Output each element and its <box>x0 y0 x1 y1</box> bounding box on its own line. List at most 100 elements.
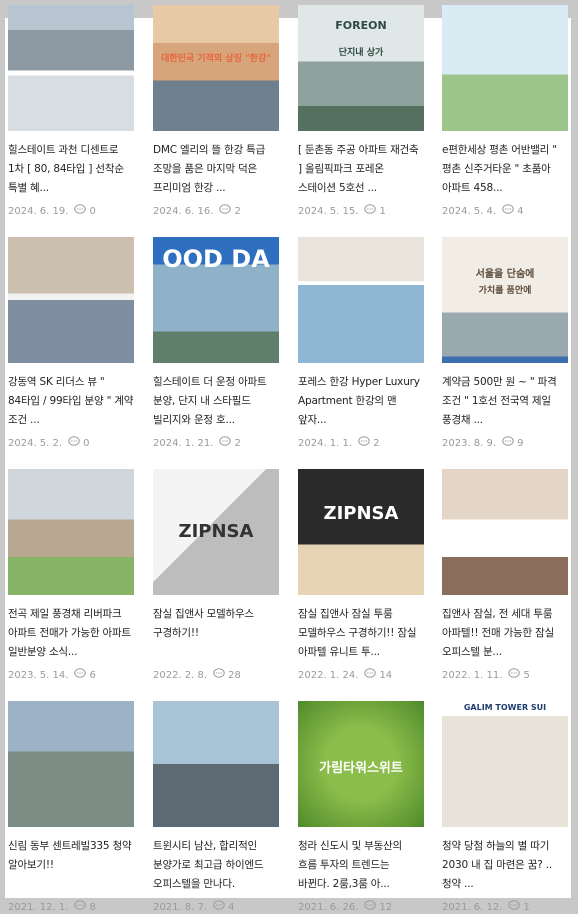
comment-bubble-icon <box>219 204 232 218</box>
thumbnail-caption: ZIPNSA <box>178 521 254 542</box>
comment-count[interactable]: 1 <box>364 204 386 218</box>
comment-count[interactable]: 4 <box>502 204 523 218</box>
thumbnail-caption: OOD DA <box>162 245 270 273</box>
post-thumbnail[interactable] <box>298 237 424 363</box>
post-meta: 2021. 8. 7. 4 <box>153 900 279 914</box>
post-thumbnail[interactable]: 가림타워스위트 <box>298 701 424 827</box>
post-thumbnail[interactable]: ZIPNSA <box>298 469 424 595</box>
post-card[interactable]: 포레스 한강 Hyper Luxury Apartment 한강의 맨 앞자..… <box>298 237 424 450</box>
post-thumbnail[interactable] <box>8 701 134 827</box>
comment-count[interactable]: 2 <box>219 436 241 450</box>
post-title[interactable]: 청라 신도시 및 부동산의 흐름 투자의 트렌드는 바뀐다. 2룸,3룸 아..… <box>298 837 424 894</box>
post-title[interactable]: 힐스테이트 과천 디센트로 1차 [ 80, 84타입 ] 선착순 특별 혜..… <box>8 141 134 198</box>
comment-count[interactable]: 2 <box>358 436 379 450</box>
post-title[interactable]: 포레스 한강 Hyper Luxury Apartment 한강의 맨 앞자..… <box>298 373 424 430</box>
post-thumbnail[interactable]: 대한민국 기적의 상징 "한강" <box>153 5 279 131</box>
post-card[interactable]: e편한세상 평촌 어반밸리 " 평촌 신주거타운 " 초품아 아파트 458..… <box>442 5 568 218</box>
thumbnail-image <box>8 701 134 827</box>
comment-count[interactable]: 14 <box>364 668 392 682</box>
comment-count[interactable]: 12 <box>364 900 392 914</box>
post-meta: 2021. 6. 12. 1 <box>442 900 568 914</box>
post-thumbnail[interactable]: ZIPNSA <box>153 469 279 595</box>
post-title[interactable]: 전곡 제일 풍경채 리버파크 아파트 전매가 가능한 아파트 일반분양 소식..… <box>8 605 134 662</box>
post-card[interactable]: 서울을 단숨에 가치를 품안에계약금 500만 원 ~ " 파격 조건 " 1호선… <box>442 237 568 450</box>
post-meta: 2023. 5. 14. 6 <box>8 668 134 682</box>
post-title[interactable]: 청약 당첨 하늘의 별 따기 2030 내 집 마련은 꿈? .. 청약 ... <box>442 837 568 894</box>
post-date: 2021. 6. 12. <box>442 901 503 913</box>
post-date: 2021. 8. 7. <box>153 901 208 913</box>
comment-count[interactable]: 8 <box>74 900 96 914</box>
post-thumbnail[interactable] <box>442 469 568 595</box>
post-thumbnail[interactable] <box>8 5 134 131</box>
post-card[interactable]: ZIPNSA 잠실 집앤사 잠실 투룸 모델하우스 구경하기!! 잠실 아파텔 유… <box>298 469 424 682</box>
post-card[interactable]: OOD DA 힐스테이트 더 운정 아파트 분양, 단지 내 스타필드 빌리지와 … <box>153 237 279 450</box>
post-date: 2024. 1. 21. <box>153 437 214 449</box>
post-card[interactable]: 강동역 SK 리더스 뷰 " 84타입 / 99타입 분양 " 계약 조건 ..… <box>8 237 134 450</box>
post-meta: 2024. 5. 15. 1 <box>298 204 424 218</box>
post-title[interactable]: [ 둔촌동 주공 아파트 재건축 ] 올림픽파크 포레온 스테이션 5호선 ..… <box>298 141 424 198</box>
comment-count-value: 1 <box>379 205 386 217</box>
thumbnail-image <box>8 5 134 131</box>
thumbnail-caption: 가림타워스위트 <box>319 761 403 776</box>
post-title[interactable]: 트윈시티 남산, 합리적인 분양가로 최고급 하이엔드 오피스텔을 만나다. <box>153 837 279 894</box>
comment-count[interactable]: 28 <box>213 668 241 682</box>
post-card[interactable]: 가림타워스위트청라 신도시 및 부동산의 흐름 투자의 트렌드는 바뀐다. 2룸… <box>298 701 424 914</box>
post-card[interactable]: ZIPNSA 잠실 집앤사 모델하우스 구경하기!! 2022. 2. 8. 28 <box>153 469 279 682</box>
post-title[interactable]: 잠실 집앤사 잠실 투룸 모델하우스 구경하기!! 잠실 아파텔 유니트 투..… <box>298 605 424 662</box>
comment-count-value: 2 <box>234 205 241 217</box>
post-thumbnail[interactable]: 서울을 단숨에 가치를 품안에 <box>442 237 568 363</box>
post-card[interactable]: 신림 동부 센트레빌335 청약 알아보기!! 2021. 12. 1. 8 <box>8 701 134 914</box>
comment-bubble-icon <box>502 204 514 218</box>
thumbnail-caption: ZIPNSA <box>323 503 399 524</box>
post-title[interactable]: 잠실 집앤사 모델하우스 구경하기!! <box>153 605 279 662</box>
comment-count-value: 28 <box>228 669 241 681</box>
comment-count[interactable]: 6 <box>74 668 96 682</box>
comment-bubble-icon <box>364 668 377 682</box>
post-card[interactable]: FOREON 단지내 상가 [ 둔촌동 주공 아파트 재건축 ] 올림픽파크 포레온… <box>298 5 424 218</box>
comment-count[interactable]: 2 <box>219 204 241 218</box>
post-meta: 2024. 5. 4. 4 <box>442 204 568 218</box>
thumbnail-image <box>442 5 568 131</box>
post-card[interactable]: 전곡 제일 풍경채 리버파크 아파트 전매가 가능한 아파트 일반분양 소식..… <box>8 469 134 682</box>
post-meta: 2024. 1. 21. 2 <box>153 436 279 450</box>
comment-bubble-icon <box>74 668 87 682</box>
post-title[interactable]: 강동역 SK 리더스 뷰 " 84타입 / 99타입 분양 " 계약 조건 ..… <box>8 373 134 430</box>
post-thumbnail[interactable]: OOD DA <box>153 237 279 363</box>
comment-count-value: 2 <box>234 437 241 449</box>
comment-count-value: 14 <box>379 669 393 681</box>
post-card[interactable]: GALIM TOWER SUI 청약 당첨 하늘의 별 따기 2030 내 집 마… <box>442 701 568 914</box>
post-date: 2023. 8. 9. <box>442 437 497 449</box>
comment-count[interactable]: 5 <box>508 668 530 682</box>
comment-count[interactable]: 0 <box>68 436 89 450</box>
post-title[interactable]: 계약금 500만 원 ~ " 파격 조건 " 1호선 전국역 제일 풍경채 ..… <box>442 373 568 430</box>
post-card[interactable]: 집앤사 잠실, 전 세대 투룸 아파텔!! 전매 가능한 잠실 오피스텔 분..… <box>442 469 568 682</box>
comment-count-value: 4 <box>228 901 235 913</box>
post-card[interactable]: 힐스테이트 과천 디센트로 1차 [ 80, 84타입 ] 선착순 특별 혜..… <box>8 5 134 218</box>
post-title[interactable]: e편한세상 평촌 어반밸리 " 평촌 신주거타운 " 초품아 아파트 458..… <box>442 141 568 198</box>
post-thumbnail[interactable]: FOREON 단지내 상가 <box>298 5 424 131</box>
comment-count[interactable]: 9 <box>502 436 523 450</box>
post-thumbnail[interactable] <box>442 5 568 131</box>
post-thumbnail[interactable] <box>8 469 134 595</box>
thumbnail-image <box>442 469 568 595</box>
comment-bubble-icon <box>68 436 80 450</box>
thumbnail-image <box>8 237 134 363</box>
thumbnail-image <box>8 469 134 595</box>
post-title[interactable]: 힐스테이트 더 운정 아파트 분양, 단지 내 스타필드 빌리지와 운정 호..… <box>153 373 279 430</box>
comment-bubble-icon <box>508 668 521 682</box>
post-meta: 2022. 1. 24. 14 <box>298 668 424 682</box>
post-date: 2024. 5. 2. <box>8 437 63 449</box>
post-card[interactable]: 대한민국 기적의 상징 "한강" DMC 엘리의 뜰 한강 특급 조망을 품은 마… <box>153 5 279 218</box>
post-title[interactable]: DMC 엘리의 뜰 한강 특급 조망을 품은 마지막 덕은 프리미엄 한강 ..… <box>153 141 279 198</box>
comment-count[interactable]: 0 <box>74 204 96 218</box>
comment-count[interactable]: 4 <box>213 900 234 914</box>
post-card[interactable]: 트윈시티 남산, 합리적인 분양가로 최고급 하이엔드 오피스텔을 만나다. 20… <box>153 701 279 914</box>
post-thumbnail[interactable] <box>153 701 279 827</box>
post-date: 2023. 5. 14. <box>8 669 69 681</box>
post-thumbnail[interactable]: GALIM TOWER SUI <box>442 701 568 827</box>
thumbnail-image <box>442 701 568 827</box>
post-thumbnail[interactable] <box>8 237 134 363</box>
post-title[interactable]: 신림 동부 센트레빌335 청약 알아보기!! <box>8 837 134 894</box>
post-title[interactable]: 집앤사 잠실, 전 세대 투룸 아파텔!! 전매 가능한 잠실 오피스텔 분..… <box>442 605 568 662</box>
comment-count[interactable]: 1 <box>508 900 530 914</box>
